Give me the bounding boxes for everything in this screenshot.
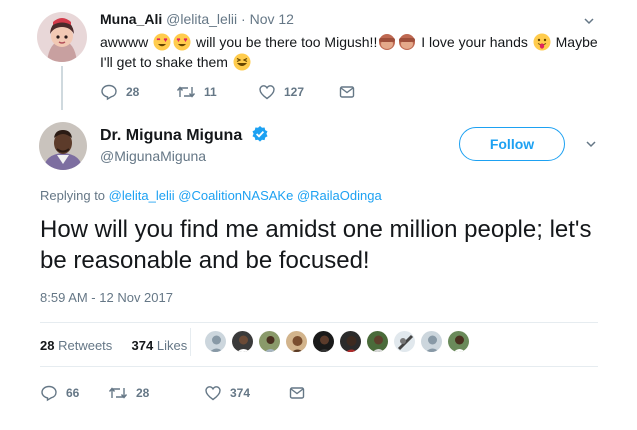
like-button[interactable]: 127 — [258, 83, 338, 101]
reply-button[interactable]: 28 — [100, 83, 176, 101]
tongue-out-emoji-icon — [533, 33, 551, 51]
reply-text-part: awwww — [100, 34, 149, 50]
see-no-evil-monkey-icon — [399, 34, 416, 50]
reply-text: awwww will you be there too Migush!! I l… — [100, 32, 610, 72]
tweet-action-bar: 66 28 374 — [40, 384, 306, 402]
verified-badge-icon — [252, 126, 268, 142]
heart-icon — [259, 85, 275, 100]
reply-text-part: will you be there too Migush!! — [196, 34, 378, 50]
reply-icon — [41, 385, 57, 402]
retweet-icon — [108, 387, 128, 399]
tweet-timestamp[interactable]: 8:59 AM - 12 Nov 2017 — [40, 290, 173, 305]
retweets-stat[interactable]: 28 Retweets — [40, 338, 112, 353]
liker-avatar[interactable] — [285, 330, 308, 353]
miguna-miguna-avatar[interactable] — [39, 122, 87, 170]
likes-stat[interactable]: 374 Likes — [132, 338, 188, 353]
divider — [40, 322, 598, 323]
reply-author-name[interactable]: Muna_Ali — [100, 11, 162, 27]
reply-tweet[interactable]: Muna_Ali @lelita_lelii · Nov 12 awwww wi… — [0, 0, 637, 110]
engagement-stats: 28 Retweets 374 Likes — [40, 338, 187, 353]
likes-stat-count: 374 — [131, 338, 154, 353]
see-no-evil-monkey-icon — [379, 34, 396, 50]
retweet-count: 28 — [136, 386, 150, 400]
direct-message-button[interactable] — [338, 83, 356, 101]
mention-link[interactable]: @CoalitionNASAKe — [178, 188, 293, 203]
replying-to-label: Replying to — [40, 188, 106, 203]
heart-eyes-emoji-icon — [153, 33, 171, 51]
reply-count: 28 — [126, 85, 140, 99]
liker-avatar[interactable] — [231, 330, 254, 353]
like-count: 127 — [284, 85, 305, 99]
like-count: 374 — [230, 386, 251, 400]
mention-link[interactable]: @RailaOdinga — [297, 188, 382, 203]
retweet-icon — [176, 86, 196, 98]
follow-button[interactable]: Follow — [459, 127, 565, 161]
tweet-author-name[interactable]: Dr. Miguna Miguna — [100, 125, 269, 145]
likes-stat-label: Likes — [156, 338, 188, 353]
muna-ali-avatar[interactable] — [37, 12, 87, 62]
like-button[interactable]: 374 — [204, 384, 288, 402]
chevron-down-icon[interactable] — [583, 15, 595, 27]
reply-dot-separator: · — [241, 11, 250, 27]
envelope-icon — [339, 86, 355, 98]
liker-avatar[interactable] — [258, 330, 281, 353]
retweets-stat-label: Retweets — [58, 338, 113, 353]
retweet-button[interactable]: 11 — [176, 83, 258, 101]
grinning-squinting-emoji-icon — [233, 53, 251, 71]
liker-avatar[interactable] — [393, 330, 416, 353]
divider — [40, 366, 598, 367]
heart-eyes-emoji-icon — [173, 33, 191, 51]
reply-icon — [101, 84, 117, 101]
chevron-down-icon[interactable] — [585, 138, 597, 150]
liker-avatar[interactable] — [447, 330, 470, 353]
reply-header: Muna_Ali @lelita_lelii · Nov 12 — [100, 11, 294, 27]
reply-button[interactable]: 66 — [40, 384, 108, 402]
envelope-icon — [289, 387, 305, 399]
reply-text-part: I'll get to shake them — [100, 54, 228, 70]
tweet-author-handle[interactable]: @MigunaMiguna — [100, 148, 206, 164]
retweets-stat-count: 28 — [40, 338, 55, 353]
liker-avatars — [204, 330, 474, 353]
liker-avatar[interactable] — [420, 330, 443, 353]
retweet-count: 11 — [204, 85, 217, 99]
liker-avatar[interactable] — [339, 330, 362, 353]
heart-icon — [205, 386, 221, 401]
tweet-author-name-text: Dr. Miguna Miguna — [100, 127, 243, 144]
retweet-button[interactable]: 28 — [108, 384, 204, 402]
replying-to-line: Replying to @lelita_lelii @CoalitionNASA… — [40, 188, 382, 203]
liker-avatar[interactable] — [312, 330, 335, 353]
reply-text-part: I love your hands — [421, 34, 528, 50]
reply-text-part: Maybe — [555, 34, 598, 50]
thread-connector-line — [61, 66, 63, 110]
liker-avatar[interactable] — [204, 330, 227, 353]
reply-author-handle[interactable]: @lelita_lelii — [166, 11, 237, 27]
mention-link[interactable]: @lelita_lelii — [109, 188, 175, 203]
direct-message-button[interactable] — [288, 384, 306, 402]
liker-avatar[interactable] — [366, 330, 389, 353]
reply-action-bar: 28 11 127 — [100, 83, 356, 101]
reply-date[interactable]: Nov 12 — [250, 11, 294, 27]
reply-count: 66 — [66, 386, 80, 400]
tweet-text: How will you find me amidst one million … — [40, 216, 592, 274]
likers-separator — [190, 328, 191, 356]
